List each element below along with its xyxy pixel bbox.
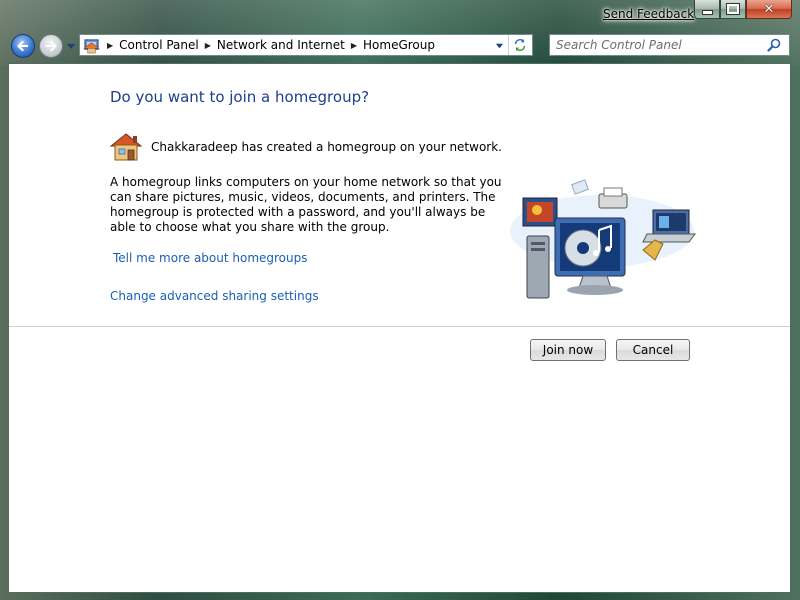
search-icon[interactable] <box>767 38 781 52</box>
cancel-button[interactable]: Cancel <box>616 339 690 361</box>
search-input[interactable] <box>556 38 766 52</box>
back-button[interactable] <box>11 34 35 58</box>
breadcrumb-separator-icon[interactable]: ▶ <box>205 41 211 50</box>
house-icon <box>109 133 143 161</box>
forward-arrow-icon <box>46 40 57 52</box>
recent-pages-dropdown-icon[interactable] <box>66 41 76 51</box>
breadcrumb-separator-icon[interactable]: ▶ <box>107 41 113 50</box>
tell-me-more-link[interactable]: Tell me more about homegroups <box>113 251 308 265</box>
forward-button[interactable] <box>39 34 63 58</box>
close-button[interactable]: ✕ <box>746 0 792 19</box>
join-now-button[interactable]: Join now <box>530 339 606 361</box>
homegroup-owner-row: Chakkaradeep has created a homegroup on … <box>109 132 502 162</box>
advanced-sharing-link[interactable]: Change advanced sharing settings <box>110 289 319 303</box>
chevron-down-icon <box>495 43 503 48</box>
control-panel-home-icon <box>81 35 101 55</box>
refresh-icon <box>514 38 526 52</box>
send-feedback-link[interactable]: Send Feedback <box>603 7 694 21</box>
breadcrumb-separator-icon[interactable]: ▶ <box>351 41 357 50</box>
homegroup-description: A homegroup links computers on your home… <box>110 175 502 234</box>
page-title: Do you want to join a homegroup? <box>110 88 370 106</box>
refresh-button[interactable] <box>508 35 531 55</box>
homegroup-owner-text: Chakkaradeep has created a homegroup on … <box>151 140 502 154</box>
breadcrumb-homegroup[interactable]: HomeGroup <box>363 38 435 52</box>
content-divider <box>9 326 790 327</box>
close-icon: ✕ <box>763 1 775 17</box>
back-arrow-icon <box>17 40 28 52</box>
address-history-dropdown[interactable] <box>490 35 508 55</box>
content-pane: Do you want to join a homegroup? Chakkar… <box>8 63 791 593</box>
search-box[interactable] <box>549 34 790 56</box>
minimize-icon <box>701 10 713 15</box>
breadcrumb-network-and-internet[interactable]: Network and Internet <box>217 38 345 52</box>
homegroup-illustration <box>510 179 696 299</box>
caption-buttons: ✕ <box>694 0 792 20</box>
breadcrumb-control-panel[interactable]: Control Panel <box>119 38 199 52</box>
maximize-button[interactable] <box>720 0 746 19</box>
maximize-icon <box>726 3 740 15</box>
minimize-button[interactable] <box>694 0 720 19</box>
address-bar[interactable]: ▶ Control Panel ▶ Network and Internet ▶… <box>79 34 533 56</box>
